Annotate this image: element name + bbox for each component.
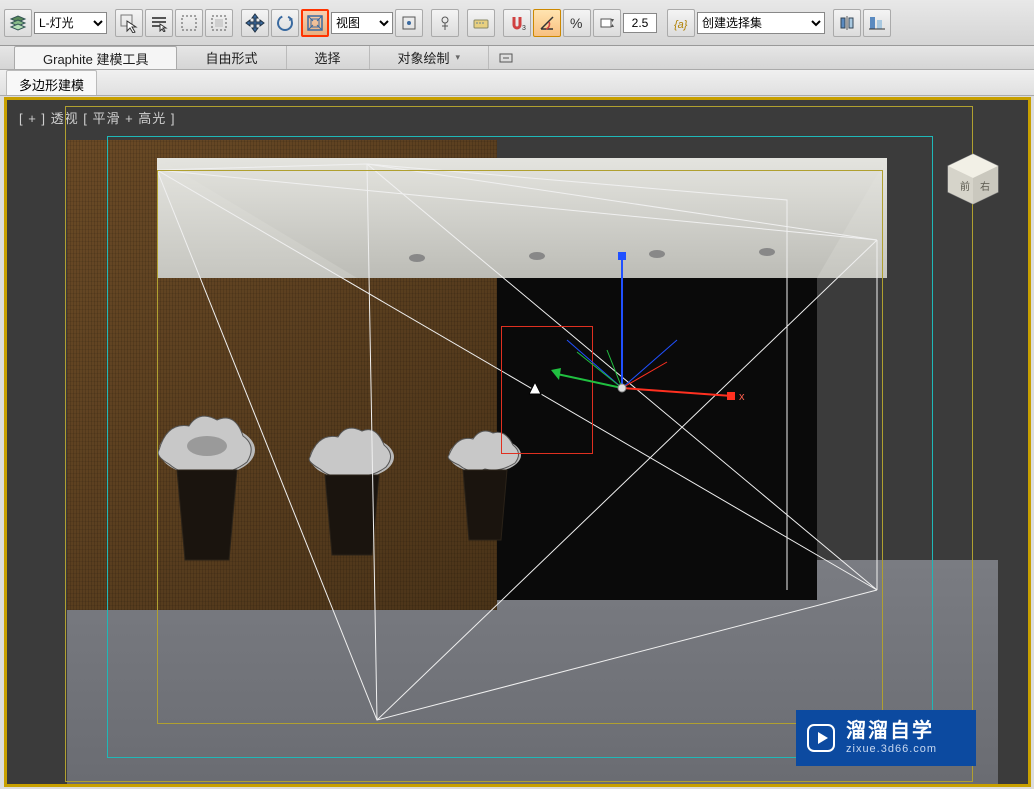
main-toolbar: L-灯光 视图 3 % [0,0,1034,46]
tab-object-draw[interactable]: 对象绘制 ▾ [370,46,490,69]
sub-ribbon: 多边形建模 [0,70,1034,96]
svg-text:前: 前 [960,180,970,193]
select-by-name-icon[interactable] [145,9,173,37]
ribbon-collapse-icon[interactable] [489,46,523,69]
layers-icon[interactable] [4,9,32,37]
tab-graphite-modeling[interactable]: Graphite 建模工具 [14,46,177,69]
use-pivot-center-icon[interactable] [395,9,423,37]
selection-filter-dropdown[interactable]: L-灯光 [34,12,107,34]
watermark-badge: 溜溜自学 zixue.3d66.com [796,710,976,766]
dropdown-icon: ▾ [456,52,461,63]
svg-text:%: % [570,15,582,31]
tab-label: 选择 [315,48,341,67]
percent-snap-icon[interactable]: % [563,9,591,37]
keyboard-shortcut-icon[interactable] [467,9,495,37]
rotate-icon[interactable] [271,9,299,37]
tab-label: 自由形式 [205,48,257,67]
move-icon[interactable] [241,9,269,37]
perspective-viewport[interactable]: [ + ] 透视 [ 平滑 + 高光 ] [4,97,1031,787]
angle-snap-icon[interactable] [533,9,561,37]
scene-3d: x 前 右 溜溜自学 zixue.3d66. [7,100,1028,784]
tab-label: Graphite 建模工具 [43,49,148,68]
ribbon-tabs: Graphite 建模工具 自由形式 选择 对象绘制 ▾ [0,46,1034,70]
play-icon [806,723,836,753]
watermark-url: zixue.3d66.com [846,743,937,756]
rectangular-selection-icon[interactable] [175,9,203,37]
svg-text:3: 3 [522,25,526,32]
tab-label: 对象绘制 [398,48,450,67]
reference-coord-dropdown[interactable]: 视图 [331,12,393,34]
selection-box [501,326,593,454]
svg-text:{a}: {a} [674,19,688,31]
spinner-snap-icon[interactable] [593,9,621,37]
subtab-label: 多边形建模 [19,78,84,93]
svg-text:右: 右 [980,180,990,193]
named-selection-edit-icon[interactable]: {a} [667,9,695,37]
mirror-icon[interactable] [833,9,861,37]
select-object-icon[interactable] [115,9,143,37]
watermark-title: 溜溜自学 [846,719,937,743]
select-manipulate-icon[interactable] [431,9,459,37]
viewcube[interactable]: 前 右 [942,148,1004,210]
tab-select[interactable]: 选择 [287,46,370,69]
named-selection-dropdown[interactable]: 创建选择集 [697,12,825,34]
scale-icon[interactable] [301,9,329,37]
subtab-polygon-modeling[interactable]: 多边形建模 [6,70,97,95]
spinner-value-input[interactable] [623,13,657,33]
snap-toggle-icon[interactable]: 3 [503,9,531,37]
tab-free-form[interactable]: 自由形式 [177,46,286,69]
align-icon[interactable] [863,9,891,37]
window-crossing-icon[interactable] [205,9,233,37]
